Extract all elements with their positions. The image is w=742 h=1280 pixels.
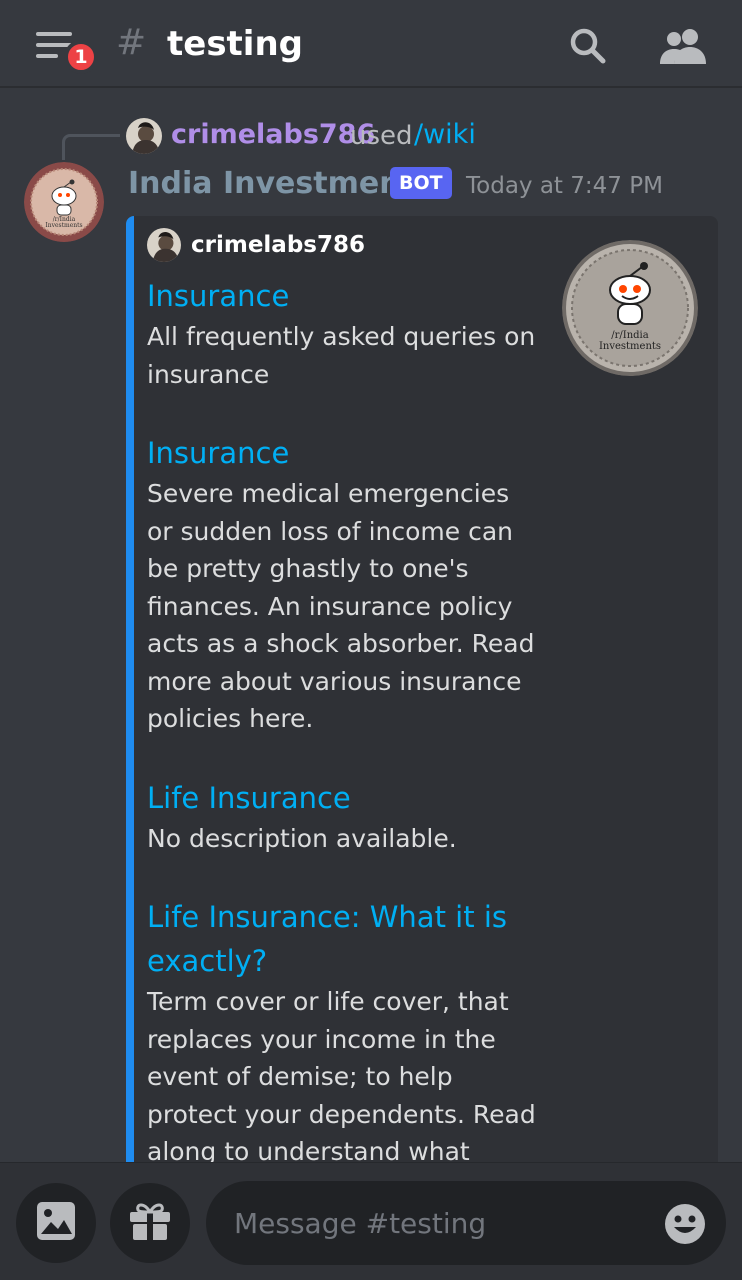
channel-hash-icon: # — [116, 22, 147, 63]
wiki-entry: Insurance All frequently asked queries o… — [147, 274, 537, 393]
reply-avatar[interactable] — [126, 118, 162, 154]
thumbnail-line-2: Investments — [599, 341, 661, 352]
channel-title: testing — [167, 24, 303, 64]
search-icon[interactable] — [568, 26, 608, 66]
bot-tag: BOT — [390, 167, 452, 199]
reply-command[interactable]: /wiki — [414, 119, 476, 150]
message-timestamp: Today at 7:47 PM — [466, 173, 663, 199]
wiki-entry-title[interactable]: Insurance — [147, 431, 537, 475]
wiki-entry: Insurance Severe medical emergencies or … — [147, 431, 537, 738]
embed-author-name: crimelabs786 — [191, 232, 365, 258]
members-icon[interactable] — [658, 26, 708, 66]
wiki-entry-title[interactable]: Insurance — [147, 274, 537, 318]
gift-icon — [128, 1200, 172, 1246]
channel-header: 1 # testing — [0, 0, 742, 88]
wiki-entry-description: All frequently asked queries on insuranc… — [147, 322, 536, 389]
embed-body: Insurance All frequently asked queries o… — [147, 274, 537, 1196]
wiki-entry: Life Insurance No description available. — [147, 776, 537, 858]
wiki-entry-title[interactable]: Life Insurance — [147, 776, 537, 820]
thumbnail-line-1: /r/India — [611, 330, 649, 341]
reply-used-text: used — [350, 121, 413, 151]
svg-text:Investments: Investments — [45, 222, 82, 229]
menu-button[interactable]: 1 — [36, 28, 100, 74]
image-icon — [35, 1200, 77, 1246]
message-input[interactable] — [234, 1181, 654, 1265]
embed-author: crimelabs786 — [147, 228, 365, 262]
wiki-entry-description: Severe medical emergencies or sudden los… — [147, 479, 535, 733]
gift-button[interactable] — [110, 1183, 190, 1263]
embed-author-avatar — [147, 228, 181, 262]
wiki-entry-description: Term cover or life cover, that replaces … — [147, 987, 536, 1166]
wiki-entry-title[interactable]: Life Insurance: What it is exactly? — [147, 895, 537, 983]
message-input-container — [206, 1181, 726, 1265]
wiki-entry: Life Insurance: What it is exactly? Term… — [147, 895, 537, 1171]
embed-thumbnail[interactable]: /r/India Investments — [562, 240, 698, 376]
wiki-entry-description: No description available. — [147, 823, 457, 853]
notification-badge: 1 — [64, 40, 98, 74]
bot-avatar[interactable]: /r/India Investments — [24, 162, 104, 242]
wiki-embed: crimelabs786 /r/India Investments Insura… — [126, 216, 718, 1196]
reply-connector — [62, 134, 120, 160]
message-author[interactable]: India Investments — [128, 166, 433, 201]
attach-image-button[interactable] — [16, 1183, 96, 1263]
message-composer-bar — [0, 1162, 742, 1280]
reply-username[interactable]: crimelabs786 — [171, 119, 375, 150]
emoji-icon[interactable] — [664, 1203, 706, 1245]
